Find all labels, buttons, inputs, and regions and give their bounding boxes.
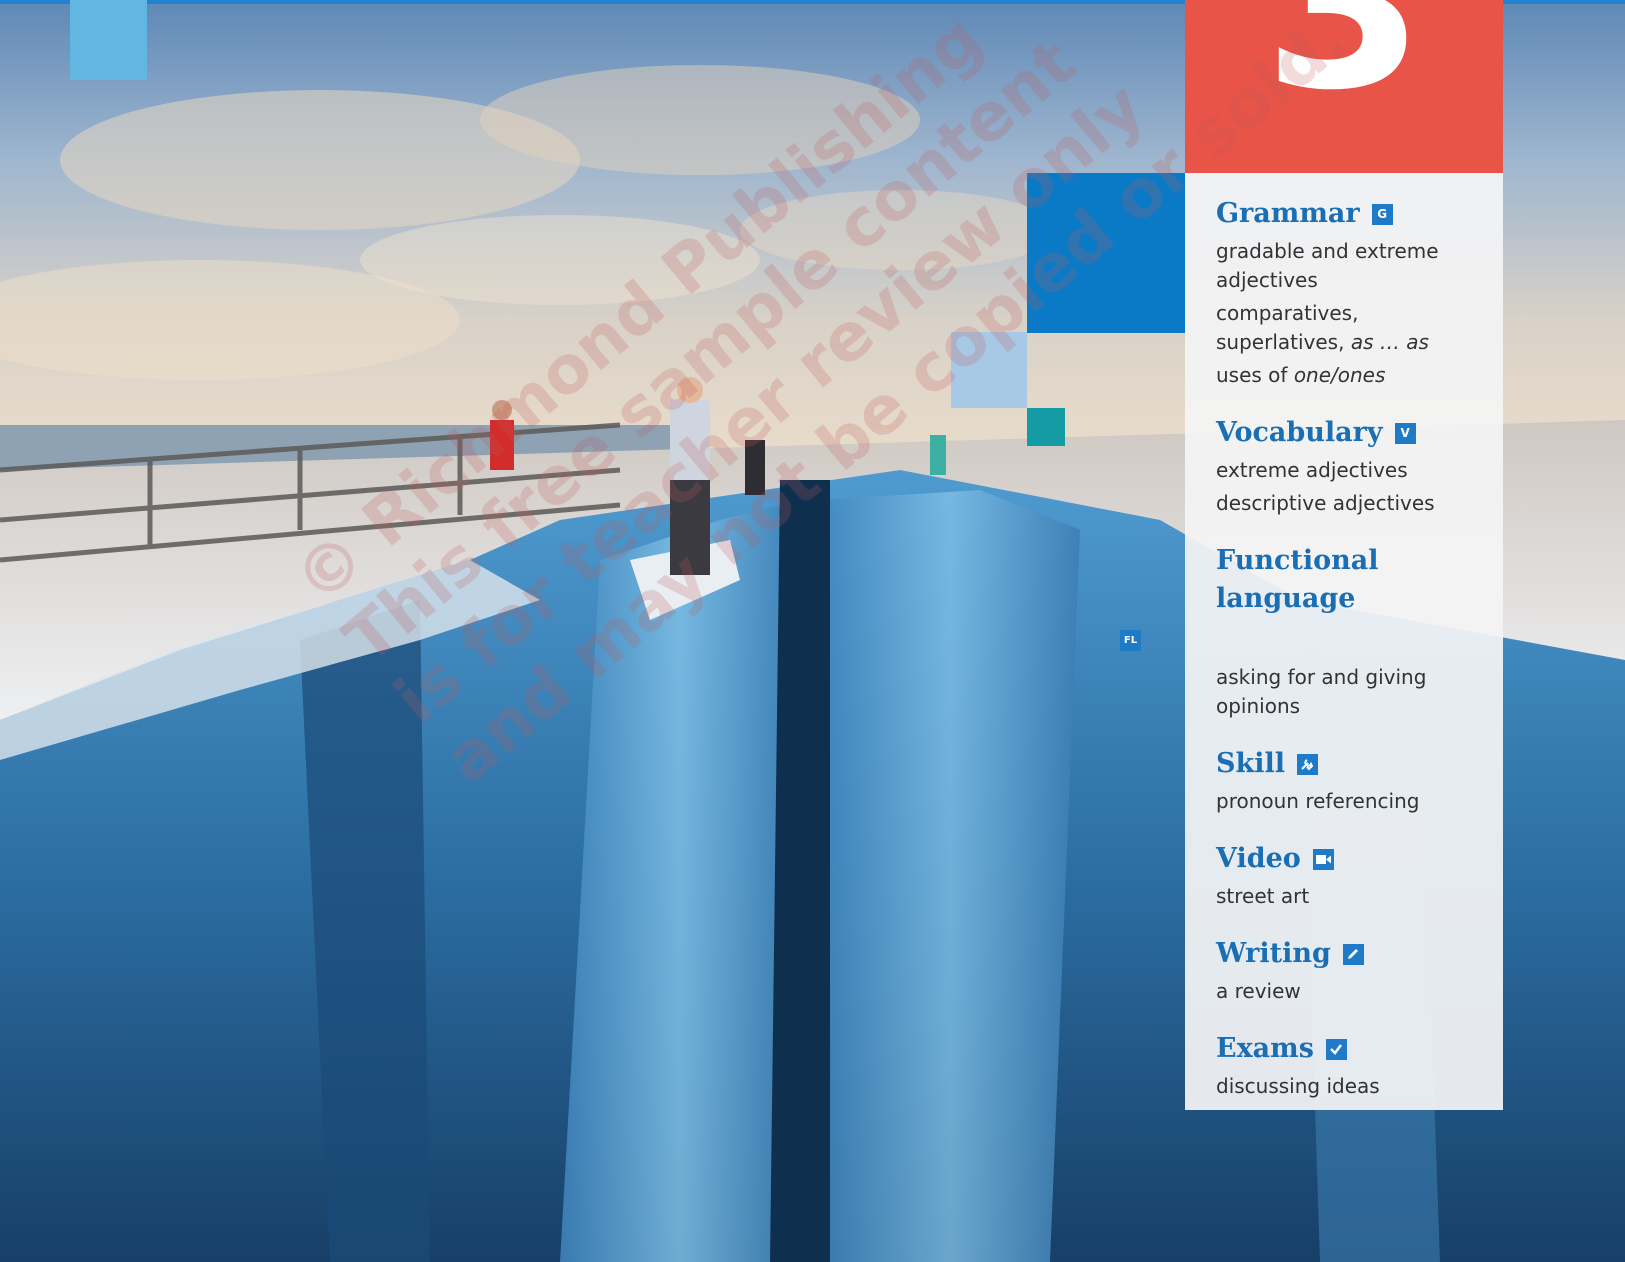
list-item: extreme adjectives [1216, 458, 1408, 482]
list-item: pronoun referencing [1216, 789, 1420, 813]
list-item: a review [1216, 979, 1301, 1003]
list-item: gradable and extreme adjectives [1216, 239, 1439, 292]
checkmark-icon [1325, 1038, 1347, 1060]
section-title: Skill [1216, 748, 1285, 779]
decorative-square-blue [1027, 173, 1185, 333]
section-title: Vocabulary [1216, 417, 1383, 448]
unit-number: 3 [1263, 0, 1425, 141]
list-item: uses of one/ones [1216, 363, 1386, 387]
section-title: Functional language [1216, 545, 1379, 614]
section-title: Grammar [1216, 198, 1360, 229]
list-item: discussing ideas [1216, 1074, 1380, 1098]
section-video: Video street art [1216, 840, 1485, 911]
list-item: comparatives, superlatives, as … as [1216, 301, 1429, 354]
section-writing: Writing a review [1216, 935, 1485, 1006]
section-exams: Exams discussing ideas [1216, 1030, 1485, 1101]
section-skill: Skill pronoun referencing [1216, 745, 1485, 816]
decorative-square-pale [951, 332, 1027, 408]
video-camera-icon [1312, 848, 1334, 870]
list-item: descriptive adjectives [1216, 491, 1435, 515]
grammar-badge-icon: G [1371, 203, 1393, 225]
section-vocabulary: Vocabulary V extreme adjectives descript… [1216, 414, 1485, 518]
section-grammar: Grammar G gradable and extreme adjective… [1216, 195, 1485, 390]
decorative-square-teal [1027, 408, 1065, 446]
decorative-square-light-blue [70, 0, 147, 80]
vocabulary-badge-icon: V [1394, 422, 1416, 444]
unit-contents-panel: Grammar G gradable and extreme adjective… [1120, 173, 1503, 1110]
wrench-icon [1296, 753, 1318, 775]
section-functional-language: Functional language FL asking for and gi… [1120, 542, 1485, 721]
pencil-icon [1342, 943, 1364, 965]
section-title: Exams [1216, 1033, 1314, 1064]
list-item: asking for and giving opinions [1216, 665, 1427, 718]
section-title: Writing [1216, 938, 1331, 969]
unit-number-block: 3 [1185, 0, 1503, 173]
list-item: street art [1216, 884, 1310, 908]
functional-language-badge-icon: FL [1120, 630, 1141, 651]
section-title: Video [1216, 843, 1301, 874]
